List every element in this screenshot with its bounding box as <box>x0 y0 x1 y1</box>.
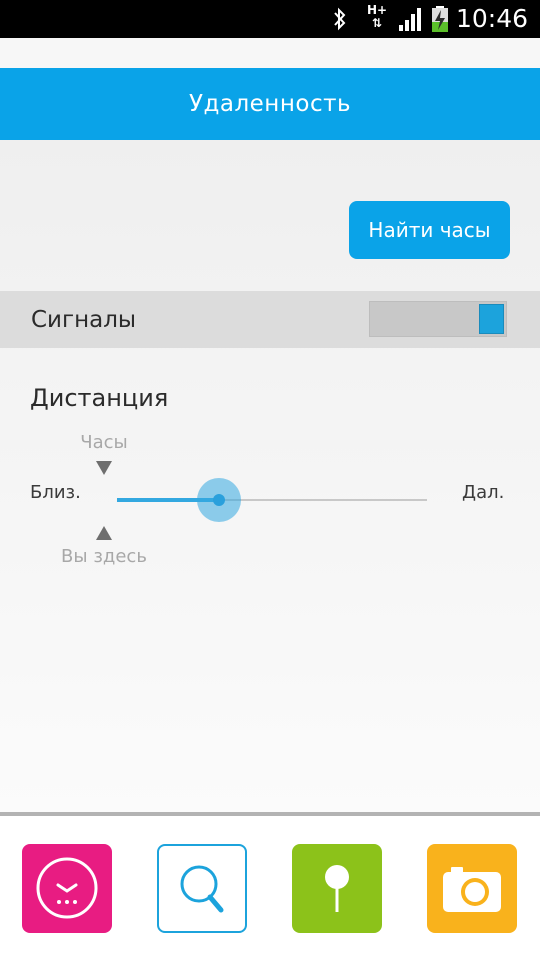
bottom-nav <box>0 816 540 960</box>
nav-search-button[interactable] <box>157 844 247 933</box>
far-label: Дал. <box>462 482 505 503</box>
top-spacer <box>0 38 540 69</box>
distance-slider[interactable] <box>117 478 427 522</box>
find-watch-button[interactable]: Найти часы <box>349 201 510 259</box>
signals-label: Сигналы <box>31 307 137 333</box>
you-marker-triangle-icon <box>96 526 112 540</box>
pin-icon <box>325 865 349 912</box>
signal-strength-icon <box>399 8 421 31</box>
header-bar: Удаленность <box>0 68 540 140</box>
near-label: Близ. <box>30 482 81 503</box>
toggle-knob <box>479 304 504 334</box>
signals-row: Сигналы <box>0 291 540 348</box>
distance-title: Дистанция <box>30 384 169 412</box>
slider-thumb[interactable] <box>197 478 241 522</box>
nav-camera-button[interactable] <box>427 844 517 933</box>
nav-location-button[interactable] <box>292 844 382 933</box>
data-arrows-icon: ⇅ <box>371 16 383 30</box>
clock-icon <box>36 857 98 919</box>
watch-label: Часы <box>80 432 128 453</box>
watch-marker-triangle-icon <box>96 461 112 475</box>
status-bar: H+ ⇅ 10:46 <box>0 0 540 38</box>
slider-thumb-core <box>213 494 225 506</box>
bluetooth-icon <box>334 7 346 31</box>
nav-clock-button[interactable] <box>22 844 112 933</box>
battery-charging-icon <box>432 6 448 32</box>
search-icon <box>180 865 224 913</box>
signals-toggle[interactable] <box>369 301 507 337</box>
network-type-indicator: H+ ⇅ <box>364 4 390 34</box>
you-are-here-label: Вы здесь <box>61 546 147 567</box>
status-time: 10:46 <box>456 4 529 33</box>
camera-icon <box>443 867 501 912</box>
page-title: Удаленность <box>188 91 352 117</box>
